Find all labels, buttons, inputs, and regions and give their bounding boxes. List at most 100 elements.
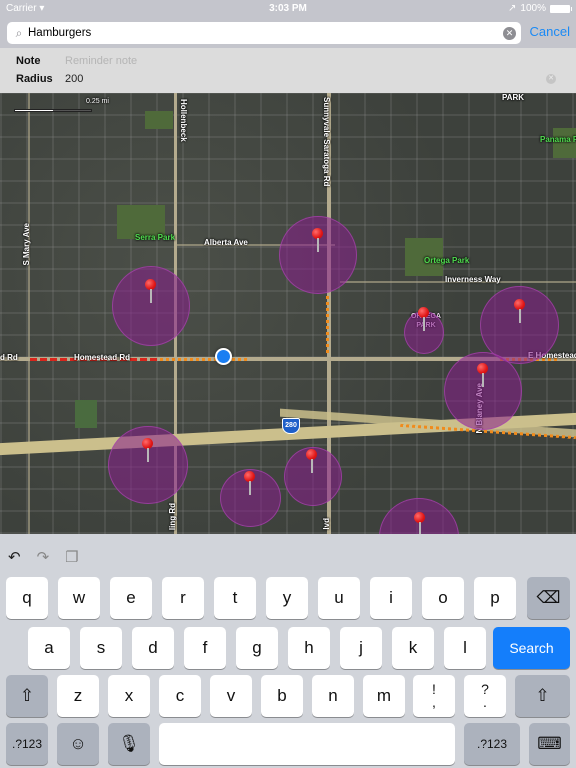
key-label-period: . <box>483 694 487 710</box>
map-pin[interactable] <box>244 471 256 497</box>
user-location-dot[interactable] <box>215 348 232 365</box>
pin-needle <box>249 481 251 495</box>
radius-label: Radius <box>16 73 53 85</box>
key-v[interactable]: v <box>210 675 252 717</box>
search-field[interactable]: ⌕ ✕ <box>7 22 521 44</box>
key-k[interactable]: k <box>392 627 434 669</box>
key-d[interactable]: d <box>132 627 174 669</box>
search-input[interactable] <box>28 27 503 39</box>
cancel-button[interactable]: Cancel <box>530 24 570 39</box>
clear-radius-icon[interactable]: ✕ <box>546 74 556 84</box>
key-s[interactable]: s <box>80 627 122 669</box>
status-bar: Carrier ▾ 3:03 PM ↗ 100% <box>0 0 576 18</box>
key-n[interactable]: n <box>312 675 354 717</box>
traffic-moderate-3 <box>326 293 329 353</box>
shift-icon: ⇧ <box>19 686 35 705</box>
key-f[interactable]: f <box>184 627 226 669</box>
geofence-zone[interactable] <box>112 266 190 346</box>
pin-needle <box>482 373 484 387</box>
key-g[interactable]: g <box>236 627 278 669</box>
reminder-form: Note Reminder note Radius 200 ✕ <box>0 48 576 93</box>
key-z[interactable]: z <box>57 675 99 717</box>
shift-key-left[interactable]: ⇧ <box>6 675 48 717</box>
label-park-top: PARK <box>502 93 525 102</box>
dictation-key[interactable]: 🎙 <box>108 723 150 765</box>
map-scale-label: 0.25 mi <box>86 98 109 105</box>
battery-icon <box>550 4 572 13</box>
search-icon: ⌕ <box>15 25 23 40</box>
key-h[interactable]: h <box>288 627 330 669</box>
shift-key-right[interactable]: ⇧ <box>515 675 570 717</box>
track-field <box>75 400 97 428</box>
pin-needle <box>317 238 319 252</box>
note-input[interactable]: Reminder note <box>65 55 137 67</box>
location-arrow-icon: ↗ <box>508 3 517 14</box>
key-p[interactable]: p <box>474 577 516 619</box>
key-y[interactable]: y <box>266 577 308 619</box>
key-j[interactable]: j <box>340 627 382 669</box>
road-s-mary <box>28 93 30 534</box>
key-c[interactable]: c <box>159 675 201 717</box>
radius-row: Radius 200 <box>16 73 83 85</box>
emoji-key[interactable]: ☺ <box>57 723 99 765</box>
shift-icon: ⇧ <box>535 686 550 705</box>
search-bar: ⌕ ✕ Cancel <box>0 18 576 48</box>
note-row: Note Reminder note <box>16 55 137 67</box>
map-pin[interactable] <box>418 307 430 333</box>
label-s-mary: S Mary Ave <box>22 223 31 266</box>
delete-key[interactable]: ⌫ <box>527 577 570 619</box>
map-pin[interactable] <box>312 228 324 254</box>
label-homestead: Homestead Rd <box>74 353 131 362</box>
key-l[interactable]: l <box>444 627 486 669</box>
key-w[interactable]: w <box>58 577 100 619</box>
backspace-icon: ⌫ <box>536 588 561 607</box>
key-i[interactable]: i <box>370 577 412 619</box>
map-pin[interactable] <box>145 279 157 305</box>
radius-input[interactable]: 200 <box>65 73 83 85</box>
map-pin[interactable] <box>142 438 154 464</box>
dismiss-keyboard-key[interactable]: ⌨ <box>529 723 570 765</box>
emoji-icon: ☺ <box>69 734 87 753</box>
key-o[interactable]: o <box>422 577 464 619</box>
numbers-key-left[interactable]: .?123 <box>6 723 48 765</box>
key-question-period[interactable]: ?. <box>464 675 506 717</box>
key-q[interactable]: q <box>6 577 48 619</box>
paste-icon[interactable]: ❐ <box>65 548 78 566</box>
clock: 3:03 PM <box>269 3 307 14</box>
space-key[interactable] <box>159 723 455 765</box>
search-key[interactable]: Search <box>493 627 570 669</box>
numbers-key-right[interactable]: .?123 <box>464 723 520 765</box>
key-u[interactable]: u <box>318 577 360 619</box>
key-m[interactable]: m <box>363 675 405 717</box>
map-pin[interactable] <box>414 512 426 534</box>
note-label: Note <box>16 55 41 67</box>
keyboard-shortcut-bar: ↶ ↷ ❐ <box>8 548 79 566</box>
traffic-moderate-1 <box>160 358 250 361</box>
pin-needle <box>147 448 149 462</box>
pin-needle <box>423 317 425 331</box>
key-b[interactable]: b <box>261 675 303 717</box>
label-sunnyvale-saratoga: Sunnyvale Saratoga Rd <box>322 97 331 187</box>
map-pin[interactable] <box>477 363 489 389</box>
map-view[interactable]: Hollenbeck Sunnyvale Saratoga Rd Alberta… <box>0 93 576 534</box>
pin-needle <box>519 309 521 323</box>
clear-search-icon[interactable]: ✕ <box>503 26 516 40</box>
label-serra-park: Serra Park <box>135 233 176 242</box>
key-a[interactable]: a <box>28 627 70 669</box>
key-t[interactable]: t <box>214 577 256 619</box>
interstate-280-shield: 280 <box>282 418 300 434</box>
key-r[interactable]: r <box>162 577 204 619</box>
microphone-icon: 🎙 <box>118 734 140 753</box>
undo-icon[interactable]: ↶ <box>8 548 21 566</box>
label-blvd: lvd <box>322 518 331 530</box>
key-e[interactable]: e <box>110 577 152 619</box>
map-pin[interactable] <box>306 449 318 475</box>
key-x[interactable]: x <box>108 675 150 717</box>
field-area <box>145 111 173 129</box>
pin-needle <box>419 522 421 534</box>
redo-icon[interactable]: ↷ <box>37 548 50 566</box>
map-pin[interactable] <box>514 299 526 325</box>
label-ling-rd: ling Rd <box>168 503 177 531</box>
key-exclaim-comma[interactable]: !, <box>413 675 455 717</box>
label-homestead-left: d Rd <box>0 353 18 362</box>
